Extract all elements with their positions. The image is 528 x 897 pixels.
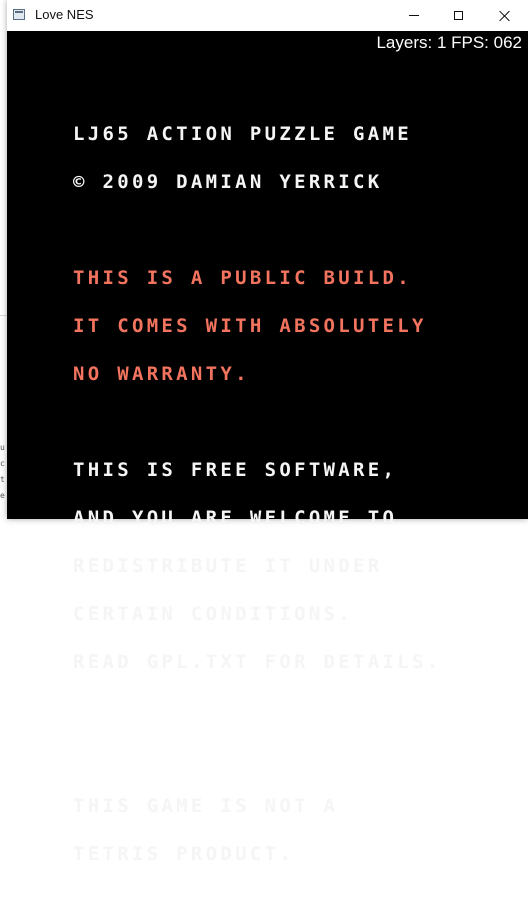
- license-line: REDISTRIBUTE IT UNDER: [73, 555, 383, 577]
- license-line: AND YOU ARE WELCOME TO: [73, 507, 398, 529]
- close-button[interactable]: [481, 0, 528, 31]
- maximize-button[interactable]: [436, 0, 481, 31]
- disclaimer-line: THIS GAME IS NOT A: [73, 795, 339, 817]
- maximize-icon: [454, 11, 463, 20]
- minimize-button[interactable]: [391, 0, 436, 31]
- minimize-icon: [408, 15, 419, 16]
- title-bar[interactable]: Love NES: [7, 0, 528, 32]
- app-window-icon: [13, 9, 25, 20]
- disclaimer-line: TETRIS PRODUCT.: [73, 843, 295, 865]
- warning-line: THIS IS A PUBLIC BUILD.: [73, 267, 412, 289]
- warning-line: NO WARRANTY.: [73, 363, 250, 385]
- fps-counter: Layers: 1 FPS: 062: [376, 33, 522, 52]
- license-line: READ GPL.TXT FOR DETAILS.: [73, 651, 442, 673]
- copyright-line: © 2009 DAMIAN YERRICK: [73, 171, 383, 193]
- love-nes-window: Love NES Layers: 1 FPS: 062 LJ65 ACTION …: [7, 0, 528, 864]
- game-canvas[interactable]: Layers: 1 FPS: 062 LJ65 ACTION PUZZLE GA…: [7, 31, 528, 864]
- title-screen-text: LJ65 ACTION PUZZLE GAME © 2009 DAMIAN YE…: [73, 94, 441, 894]
- close-icon: [499, 10, 511, 22]
- warning-line: IT COMES WITH ABSOLUTELY: [73, 315, 427, 337]
- title-line: LJ65 ACTION PUZZLE GAME: [73, 123, 412, 145]
- window-title: Love NES: [35, 7, 94, 22]
- license-line: CERTAIN CONDITIONS.: [73, 603, 354, 625]
- license-line: THIS IS FREE SOFTWARE,: [73, 459, 398, 481]
